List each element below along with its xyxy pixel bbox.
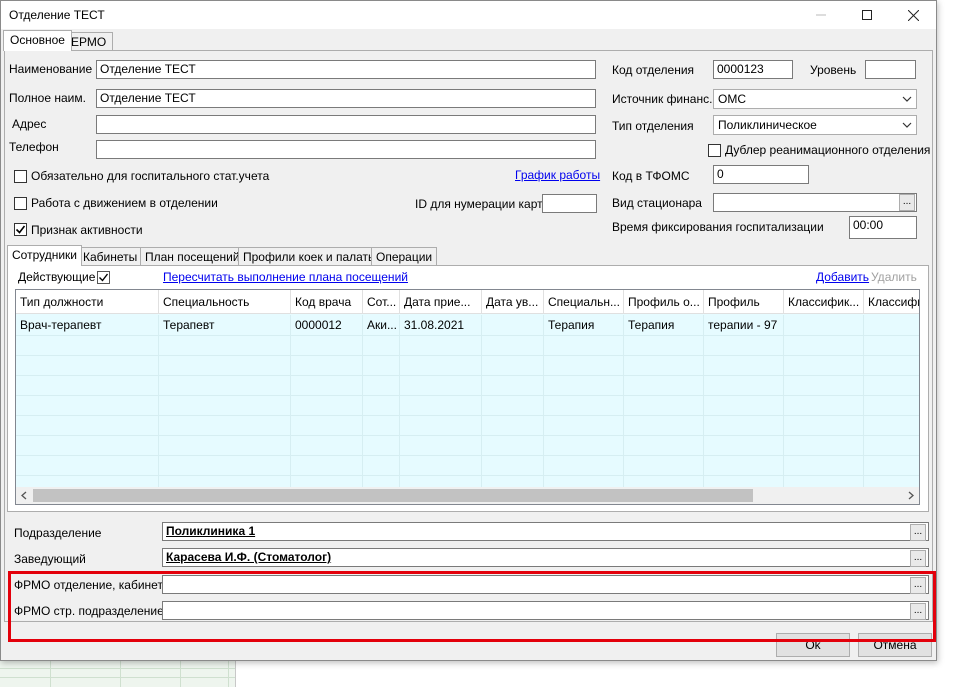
column-header[interactable]: Тип должности [16,290,159,314]
dept-code-label: Код отделения [612,63,695,77]
minimize-icon [816,14,826,16]
dept-type-select[interactable]: Поликлиническое [713,115,917,135]
address-label: Адрес [12,117,47,131]
highlight-box [8,571,936,642]
stationary-type-label: Вид стационара [612,196,702,210]
finance-source-label: Источник финанс. [612,92,713,106]
subdivision-input[interactable]: Поликлиника 1 [162,522,929,541]
staff-table[interactable]: Тип должности Специальность Код врача Со… [15,289,920,505]
checkmark-icon [15,225,26,234]
column-header[interactable]: Профиль [704,290,784,314]
column-header[interactable]: Классифи [864,290,919,314]
work-schedule-link[interactable]: График работы [515,168,600,182]
head-label: Заведующий [14,552,86,566]
name-input[interactable]: Отделение ТЕСТ [96,60,596,79]
tab-operations[interactable]: Операции [371,247,438,266]
chevron-down-icon [902,96,912,102]
table-cell [482,315,544,335]
card-id-input[interactable] [542,194,597,213]
table-cell: Аки... [363,315,400,335]
tfoms-code-label: Код в ТФОМС [612,169,690,183]
add-staff-link[interactable]: Добавить [816,270,869,284]
reanimation-dup-label: Дублер реанимационного отделения [725,143,931,157]
table-cell: терапии - 97 [704,315,784,335]
delete-staff-link[interactable]: Удалить [871,270,917,284]
table-cell: Врач-терапевт [16,315,159,335]
finance-source-value: ОМС [718,92,746,106]
tfoms-code-input[interactable]: 0 [713,165,809,184]
address-input[interactable] [96,115,596,134]
column-header[interactable]: Специальность [159,290,291,314]
column-header[interactable]: Дата ув... [482,290,544,314]
chevron-down-icon [902,122,912,128]
close-icon [907,9,919,21]
dept-type-value: Поликлиническое [718,118,817,132]
head-browse-button[interactable]: ... [910,550,926,567]
movement-label: Работа с движением в отделении [31,196,218,210]
column-header[interactable]: Классифик... [784,290,864,314]
stationary-type-input[interactable] [713,193,917,212]
column-header[interactable]: Специальн... [544,290,624,314]
head-input[interactable]: Карасева И.Ф. (Стоматолог) [162,548,929,567]
background-sheet [0,660,236,687]
table-cell [864,315,919,335]
column-header[interactable]: Дата прие... [400,290,482,314]
column-header[interactable]: Код врача [291,290,363,314]
table-cell: Терапия [624,315,704,335]
horizontal-scrollbar[interactable] [16,487,919,504]
active-staff-checkbox[interactable] [97,271,110,284]
table-cell [784,315,864,335]
card-id-label: ID для нумерации карт [415,197,543,211]
column-header[interactable]: Сот... [363,290,400,314]
hospital-stat-checkbox[interactable] [14,170,27,183]
dialog-window: Отделение ТЕСТ Основное ЕРМО Наименовани… [0,0,937,661]
table-cell: 31.08.2021 [400,315,482,335]
dept-code-input[interactable]: 0000123 [713,60,793,79]
column-header[interactable]: Профиль о... [624,290,704,314]
level-input[interactable] [865,60,916,79]
title-bar: Отделение ТЕСТ [1,1,936,29]
scrollbar-thumb[interactable] [33,489,753,502]
hosp-fix-time-input[interactable]: 00:00 [849,216,917,239]
active-staff-label: Действующие [18,270,96,284]
phone-label: Телефон [9,140,59,154]
active-checkbox[interactable] [14,223,27,236]
checkmark-icon [99,273,109,282]
name-label: Наименование [9,62,93,76]
tab-cabinets[interactable]: Кабинеты [78,247,143,266]
full-name-input[interactable]: Отделение ТЕСТ [96,89,596,108]
full-name-label: Полное наим. [9,91,86,105]
minimize-button[interactable] [798,1,844,29]
tab-bed-profiles[interactable]: Профили коек и палаты [238,247,382,266]
table-cell: Терапевт [159,315,291,335]
hosp-fix-time-label: Время фиксирования госпитализации [612,220,824,234]
maximize-button[interactable] [844,1,890,29]
recalc-plan-link[interactable]: Пересчитать выполнение плана посещений [163,270,408,284]
window-title: Отделение ТЕСТ [9,8,105,22]
subdivision-browse-button[interactable]: ... [910,524,926,541]
reanimation-dup-checkbox[interactable] [708,144,721,157]
subdivision-label: Подразделение [14,526,102,540]
phone-input[interactable] [96,140,596,159]
finance-source-select[interactable]: ОМС [713,89,917,109]
movement-checkbox[interactable] [14,197,27,210]
hospital-stat-label: Обязательно для госпитального стат.учета [31,169,270,183]
chevron-right-icon [908,491,914,500]
tab-main[interactable]: Основное [3,30,72,51]
maximize-icon [862,10,872,20]
active-label: Признак активности [31,223,143,237]
stationary-type-browse-button[interactable]: ... [899,194,915,211]
dept-type-label: Тип отделения [612,119,694,133]
tab-visit-plan[interactable]: План посещений [140,247,245,266]
level-label: Уровень [810,63,857,77]
table-cell: Терапия [544,315,624,335]
close-button[interactable] [890,1,936,29]
tab-staff[interactable]: Сотрудники [7,245,82,266]
chevron-left-icon [21,491,27,500]
table-cell: 0000012 [291,315,363,335]
